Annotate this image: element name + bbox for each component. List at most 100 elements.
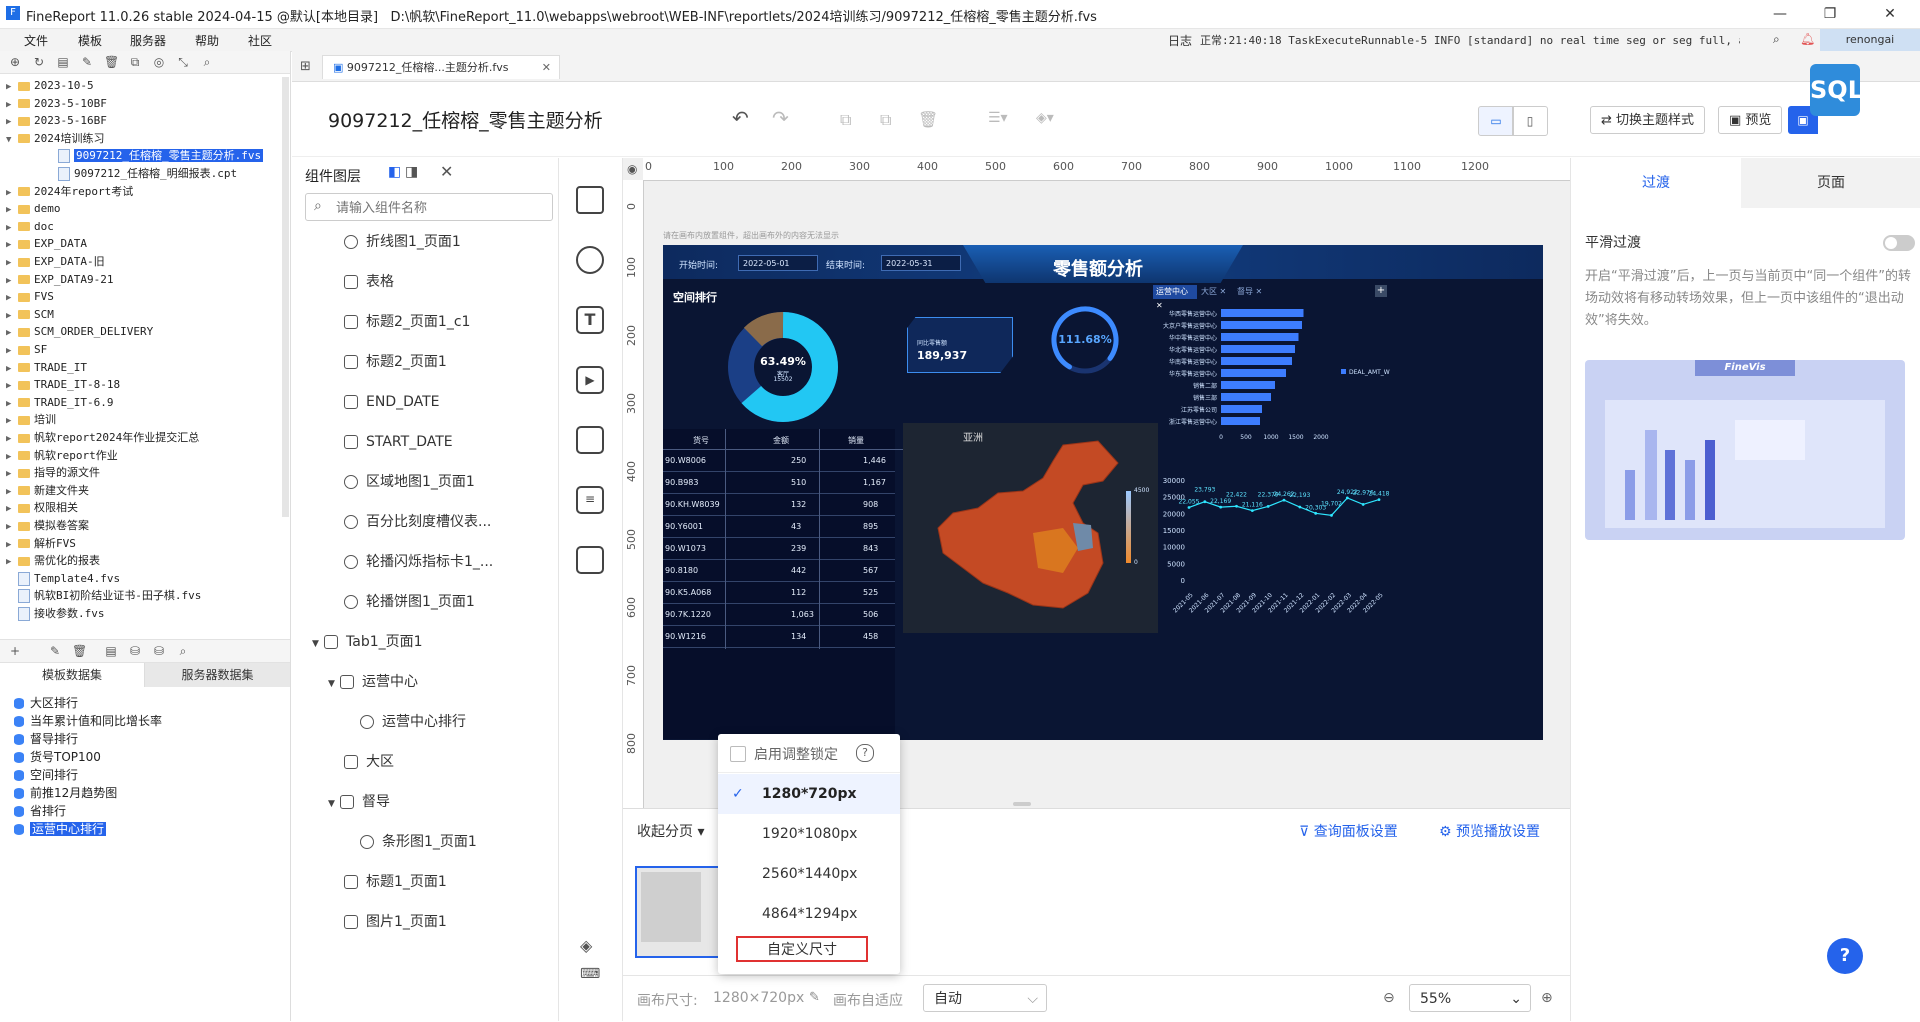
- layer-item[interactable]: 轮播饼图1_页面1: [344, 590, 475, 614]
- desktop-view-icon[interactable]: ▭: [1478, 106, 1514, 136]
- tree-item[interactable]: ▶ TRADE_IT-6.9: [0, 394, 113, 412]
- media-component-icon[interactable]: ▶: [576, 366, 604, 394]
- layer-item[interactable]: 折线图1_页面1: [344, 230, 461, 254]
- delete-icon[interactable]: 🗑︎: [104, 55, 119, 69]
- new-template-icon[interactable]: ⊕: [8, 55, 22, 69]
- chevron-right-icon[interactable]: ▶: [6, 395, 16, 413]
- lock-checkbox[interactable]: [730, 746, 746, 762]
- start-date-input[interactable]: 2022-05-01: [738, 255, 818, 271]
- username[interactable]: renongai: [1820, 29, 1920, 51]
- help-icon[interactable]: ?: [856, 744, 874, 762]
- tree-item[interactable]: ▶ 2023-5-10BF: [0, 95, 107, 113]
- chevron-right-icon[interactable]: ▶: [6, 412, 16, 430]
- layer-item[interactable]: 标题1_页面1: [344, 870, 447, 894]
- collapse-icon[interactable]: ⤡: [176, 55, 190, 69]
- layer-item[interactable]: END_DATE: [344, 390, 440, 414]
- tree-item[interactable]: 9097212_任榕榕_零售主题分析.fvs: [0, 147, 264, 165]
- dashboard-canvas[interactable]: 零售额分析 开始时间: 2022-05-01 结束时间: 2022-05-31 …: [663, 245, 1543, 740]
- log-link[interactable]: 日志: [1168, 32, 1192, 49]
- dataset-item[interactable]: 货号TOP100: [0, 748, 101, 766]
- chevron-right-icon[interactable]: ▶: [6, 78, 16, 96]
- cube-component-icon[interactable]: [576, 186, 604, 214]
- paste-component-icon[interactable]: ⧉: [880, 110, 891, 130]
- chevron-right-icon[interactable]: ▶: [6, 96, 16, 114]
- tab-page[interactable]: 页面: [1741, 158, 1920, 208]
- tab-operation-center[interactable]: 运营中心 ✕: [1153, 285, 1197, 310]
- tree-item[interactable]: ▶ TRADE_IT: [0, 359, 87, 377]
- preview-play-settings-button[interactable]: ⚙ 预览播放设置: [1439, 821, 1540, 841]
- table-component-icon[interactable]: ≡: [576, 486, 604, 514]
- tree-item[interactable]: ▶ 需优化的报表: [0, 552, 100, 570]
- edit-size-icon[interactable]: ✎: [809, 990, 820, 1005]
- layer-item[interactable]: 百分比刻度槽仪表...: [344, 510, 491, 534]
- text-component-icon[interactable]: T: [576, 306, 604, 334]
- tree-item[interactable]: Template4.fvs: [0, 570, 120, 588]
- tab-region[interactable]: 大区 ✕: [1201, 285, 1237, 299]
- canvas-resize-handle[interactable]: [1013, 802, 1031, 806]
- layer-order-icon[interactable]: ◈▾: [1036, 110, 1054, 126]
- smooth-transition-toggle[interactable]: [1883, 235, 1915, 251]
- layer-search-input[interactable]: [334, 198, 538, 218]
- chevron-right-icon[interactable]: ▶: [6, 201, 16, 219]
- menu-template[interactable]: 模板: [78, 32, 102, 49]
- menu-help[interactable]: 帮助: [195, 32, 219, 49]
- eye-icon[interactable]: ◉: [627, 162, 637, 176]
- chevron-right-icon[interactable]: ▶: [6, 536, 16, 554]
- layer-item[interactable]: 区域地图1_页面1: [344, 470, 475, 494]
- chevron-right-icon[interactable]: ▶: [6, 342, 16, 360]
- tree-item[interactable]: ▶ SF: [0, 341, 47, 359]
- tree-item[interactable]: ▶ doc: [0, 218, 54, 236]
- close-window-button[interactable]: ✕: [1870, 4, 1910, 24]
- tree-item[interactable]: ▶ FVS: [0, 288, 54, 306]
- tab-server-datasets[interactable]: 服务器数据集: [145, 663, 290, 687]
- undo-icon[interactable]: ↶: [732, 106, 749, 130]
- layer-item[interactable]: START_DATE: [344, 430, 453, 454]
- china-map[interactable]: 亚洲 4500 0: [903, 423, 1158, 633]
- close-tab-icon[interactable]: ✕: [542, 56, 551, 80]
- size-option[interactable]: 4864*1294px: [718, 894, 900, 934]
- chevron-right-icon[interactable]: ▶: [6, 324, 16, 342]
- zoom-select[interactable]: 55% ⌄: [1409, 984, 1531, 1012]
- tab-list-icon[interactable]: ⊞: [300, 59, 311, 74]
- chevron-right-icon[interactable]: ▶: [6, 483, 16, 501]
- chevron-right-icon[interactable]: ▶: [6, 307, 16, 325]
- dataset-item[interactable]: 前推12月趋势图: [0, 784, 117, 802]
- chevron-right-icon[interactable]: ▶: [6, 289, 16, 307]
- tree-item[interactable]: 接收参数.fvs: [0, 605, 105, 623]
- mobile-view-icon[interactable]: ▯: [1512, 106, 1548, 136]
- edit-icon[interactable]: ✎: [80, 55, 94, 69]
- tree-item[interactable]: ▶ 帆软report作业: [0, 447, 118, 465]
- dataset-item[interactable]: 空间排行: [0, 766, 78, 784]
- layer-item[interactable]: ▼ Tab1_页面1: [312, 630, 423, 654]
- split-view-icon[interactable]: ◨: [405, 164, 418, 180]
- tree-item[interactable]: 帆软BI初阶结业证书-田子棋.fvs: [0, 587, 201, 605]
- keyboard-icon[interactable]: ⌨: [580, 966, 600, 982]
- align-icon[interactable]: ☰▾: [988, 110, 1008, 126]
- db-icon[interactable]: ⛁: [128, 644, 142, 658]
- dataset-item[interactable]: 当年累计值和同比增长率: [0, 712, 162, 730]
- chevron-down-icon[interactable]: ▼: [328, 672, 340, 696]
- tab-container-icon[interactable]: [576, 426, 604, 454]
- bell-icon[interactable]: 🔔︎: [1800, 32, 1815, 46]
- layer-item[interactable]: 图片1_页面1: [344, 910, 447, 934]
- tree-scrollbar[interactable]: [282, 77, 289, 517]
- chevron-right-icon[interactable]: ▶: [6, 465, 16, 483]
- layer-item[interactable]: 大区: [344, 750, 394, 774]
- menu-file[interactable]: 文件: [24, 32, 48, 49]
- layer-item[interactable]: ▼ 运营中心: [328, 670, 418, 694]
- size-option[interactable]: 2560*1440px: [718, 854, 900, 894]
- layer-item[interactable]: 标题2_页面1_c1: [344, 310, 470, 334]
- layer-item[interactable]: 表格: [344, 270, 394, 294]
- menu-community[interactable]: 社区: [248, 32, 272, 49]
- custom-size-option[interactable]: 自定义尺寸: [736, 936, 868, 962]
- tab-template-datasets[interactable]: 模板数据集: [0, 663, 145, 687]
- collapse-pages-button[interactable]: 收起分页 ▾: [637, 821, 704, 841]
- minimize-button[interactable]: —: [1760, 4, 1800, 24]
- dataset-item[interactable]: 督导排行: [0, 730, 78, 748]
- size-option[interactable]: ✓ 1280*720px: [718, 774, 900, 814]
- copy-component-icon[interactable]: ⧉: [840, 110, 851, 130]
- chevron-right-icon[interactable]: ▶: [6, 184, 16, 202]
- chevron-right-icon[interactable]: ▶: [6, 518, 16, 536]
- switch-theme-button[interactable]: ⇄ 切换主题样式: [1590, 106, 1706, 134]
- tab-supervisor[interactable]: 督导 ✕: [1237, 285, 1273, 299]
